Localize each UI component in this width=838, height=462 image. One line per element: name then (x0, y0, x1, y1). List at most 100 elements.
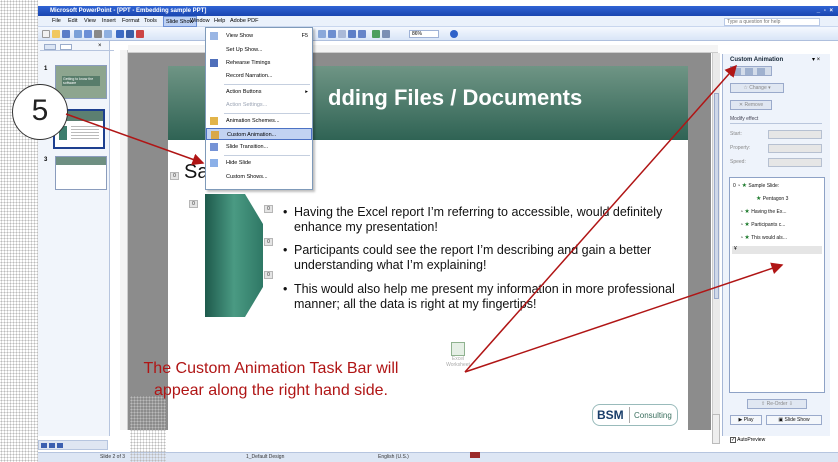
menu-format[interactable]: Format (122, 18, 139, 24)
menu-item-label: Action Buttons (226, 89, 262, 95)
window-title: Microsoft PowerPoint - [PPT - Embedding … (50, 8, 207, 14)
autopreview-option[interactable]: ✓ AutoPreview (730, 437, 765, 443)
animation-schemes-icon (210, 117, 218, 125)
spelling-icon[interactable] (116, 30, 124, 38)
menu-edit[interactable]: Edit (68, 18, 77, 24)
annotation-caption: The Custom Animation Task Bar will appea… (86, 358, 456, 402)
close-icon[interactable]: × (98, 43, 102, 49)
bullet-item[interactable]: • This would also help me present my inf… (283, 282, 683, 312)
cut-icon[interactable] (136, 30, 144, 38)
reorder-control[interactable]: ⇧ Re-Order ⇩ (747, 399, 807, 409)
slide-thumbnail-1[interactable]: Getting to know the software (55, 65, 107, 99)
save-icon[interactable] (62, 30, 70, 38)
change-button[interactable]: ☆ Change ▾ (730, 83, 784, 93)
menu-item-slide-transition[interactable]: Slide Transition... (206, 141, 312, 153)
anim-item[interactable]: 0 ◔ ★ Sample Slide: (733, 182, 779, 189)
show-formatting-icon[interactable] (358, 30, 366, 38)
mouse-icon: ◔ (740, 209, 744, 215)
canvas-scrollbar[interactable] (712, 53, 720, 430)
menu-item-view-show[interactable]: View Show F5 (206, 30, 312, 42)
print-icon[interactable] (94, 30, 102, 38)
new-icon[interactable] (42, 30, 50, 38)
star-effect-icon: ★ (741, 183, 747, 189)
menu-item-animation-schemes[interactable]: Animation Schemes... (206, 115, 312, 127)
thumb-title: Getting to know the software (62, 76, 100, 86)
help-search-input[interactable] (724, 18, 820, 26)
anim-item[interactable]: ★ Pentagon 3 (756, 195, 788, 202)
animation-tag: 0 (264, 271, 273, 279)
scroll-thumb[interactable] (714, 93, 719, 299)
insert-table-icon[interactable] (328, 30, 336, 38)
research-icon[interactable] (126, 30, 134, 38)
play-button[interactable]: ▶ Play (730, 415, 762, 425)
zoom-select[interactable] (409, 30, 439, 38)
task-pane-menu-icon[interactable]: ▾ × (812, 56, 820, 63)
anim-label: Participants c... (751, 222, 786, 228)
pentagon-shape[interactable] (205, 194, 263, 317)
slide-sorter-view-icon[interactable] (49, 443, 55, 448)
task-pane-title: Custom Animation (730, 57, 784, 63)
menu-item-hide-slide[interactable]: Hide Slide (206, 157, 312, 169)
expand-row[interactable]: ¥ (732, 246, 822, 254)
slide-title[interactable]: dding Files / Documents (328, 85, 582, 111)
menu-item-action-buttons[interactable]: Action Buttons ▸ (206, 86, 312, 98)
menu-item-label: Action Settings... (226, 102, 268, 108)
open-icon[interactable] (52, 30, 60, 38)
prev-next-slide-buttons[interactable] (712, 414, 720, 444)
menu-item-label: Record Narration... (226, 73, 273, 79)
email-icon[interactable] (84, 30, 92, 38)
menu-adobe-pdf[interactable]: Adobe PDF (230, 18, 258, 24)
anim-item[interactable]: ◔ ★ Participants c... (740, 221, 785, 228)
grid-icon[interactable] (372, 30, 380, 38)
color-grayscale-icon[interactable] (382, 30, 390, 38)
slides-tab[interactable] (60, 44, 72, 50)
permission-icon[interactable] (74, 30, 82, 38)
menu-item-set-up-show[interactable]: Set Up Show... (206, 44, 312, 56)
print-preview-icon[interactable] (104, 30, 112, 38)
task-pane-nav (730, 66, 772, 76)
remove-button[interactable]: ✕ Remove (730, 100, 772, 110)
speed-label: Speed: (730, 159, 746, 165)
window-controls[interactable]: _ ▫ × (817, 6, 834, 16)
back-icon[interactable] (733, 68, 741, 75)
menu-insert[interactable]: Insert (102, 18, 116, 24)
bullet-item[interactable]: • Having the Excel report I’m referring … (283, 205, 683, 235)
normal-view-icon[interactable] (41, 443, 47, 448)
menu-item-label: Custom Shows... (226, 174, 268, 180)
bullet-item[interactable]: • Participants could see the report I’m … (283, 243, 683, 273)
menu-file[interactable]: File (52, 18, 61, 24)
menu-item-rehearse-timings[interactable]: Rehearse Timings (206, 57, 312, 69)
outline-tab[interactable] (44, 44, 56, 50)
slide-show-button[interactable]: ▣ Slide Show (766, 415, 822, 425)
expand-all-icon[interactable] (348, 30, 356, 38)
excel-icon (451, 342, 465, 356)
animation-tag: 0 (264, 238, 273, 246)
menu-item-label: Rehearse Timings (226, 60, 271, 66)
tables-borders-icon[interactable] (338, 30, 346, 38)
thumb-text-lines (71, 126, 99, 140)
forward-icon[interactable] (745, 68, 753, 75)
menu-item-label: Custom Animation... (227, 132, 277, 138)
menu-window[interactable]: Window (190, 18, 210, 24)
menu-item-custom-shows[interactable]: Custom Shows... (206, 171, 312, 183)
thumb-number: 1 (44, 66, 48, 72)
autopreview-checkbox[interactable]: ✓ (730, 437, 736, 443)
anim-item[interactable]: ◔ ★ This would als... (740, 234, 787, 241)
menu-item-label: Animation Schemes... (226, 118, 280, 124)
menu-separator (224, 155, 310, 156)
help-icon[interactable] (450, 30, 458, 38)
standard-toolbar (38, 27, 838, 41)
anim-item[interactable]: ◔ ★ Having the Ex... (740, 208, 787, 215)
menu-tools[interactable]: Tools (144, 18, 157, 24)
slide-thumbnail-3[interactable] (55, 156, 107, 190)
submenu-arrow-icon: ▸ (305, 89, 308, 95)
menu-help[interactable]: Help (214, 18, 225, 24)
insert-chart-icon[interactable] (318, 30, 326, 38)
menu-view[interactable]: View (84, 18, 96, 24)
slide-show-view-icon[interactable] (57, 443, 63, 448)
down-arrow-icon: ⇩ (787, 401, 794, 407)
home-icon[interactable] (757, 68, 765, 75)
menu-item-custom-animation[interactable]: Custom Animation... (206, 128, 312, 140)
menu-item-action-settings: Action Settings... (206, 99, 312, 111)
menu-item-record-narration[interactable]: Record Narration... (206, 70, 312, 82)
